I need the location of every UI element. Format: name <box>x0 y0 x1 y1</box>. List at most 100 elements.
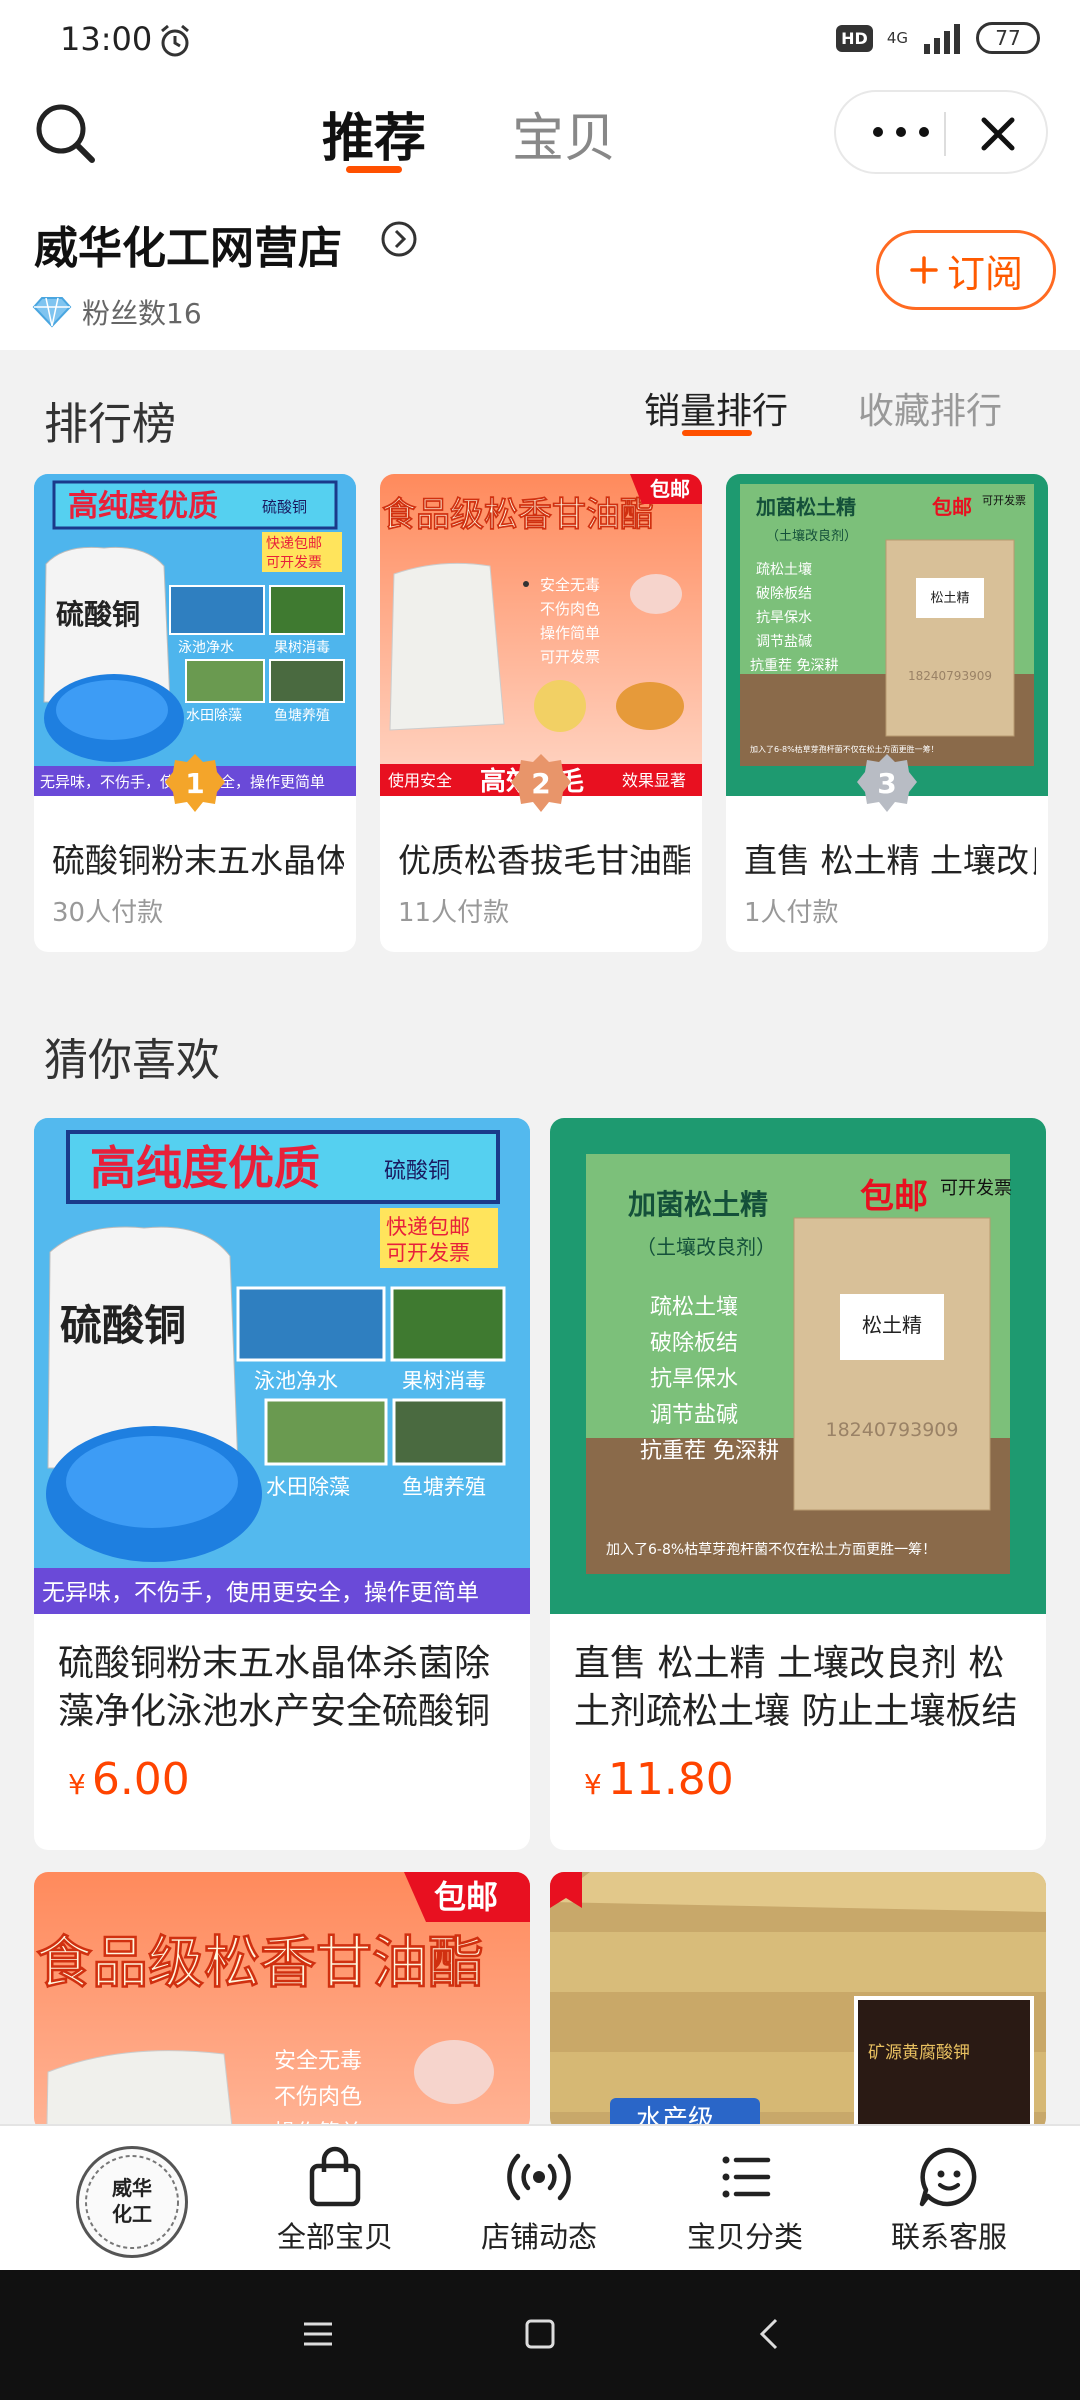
currency-symbol: ¥ <box>68 1768 86 1801</box>
svg-text:松土精: 松土精 <box>930 591 969 606</box>
svg-text:2: 2 <box>531 767 550 800</box>
network-type: 4G <box>886 28 908 47</box>
nav-label: 全部宝贝 <box>276 2220 393 2254</box>
currency-symbol: ¥ <box>584 1768 602 1801</box>
guess-you-like-title: 猜你喜欢 <box>44 1035 220 1086</box>
svg-text:食品级松香甘油酯: 食品级松香甘油酯 <box>36 1931 484 1996</box>
svg-text:泳池净水: 泳池净水 <box>178 640 234 656</box>
active-tab-indicator <box>346 166 402 173</box>
tab-recommend[interactable]: 推荐 <box>322 96 426 176</box>
fans-row: 粉丝数16 <box>32 292 202 332</box>
svg-text:鱼塘养殖: 鱼塘养殖 <box>274 707 330 724</box>
shop-header: 推荐 宝贝 威华化工网营店 粉丝数16 订阅 <box>0 84 1080 350</box>
product-title: 硫酸铜粉末五水晶体杀菌除藻净化泳池水产安全硫酸铜 <box>58 1643 491 1732</box>
home-icon[interactable] <box>522 2316 558 2352</box>
search-icon[interactable] <box>30 98 100 168</box>
shop-logo[interactable]: 威华 化工 <box>76 2146 188 2258</box>
shop-bottom-nav: 威华 化工 全部宝贝 店铺动态 宝贝分类 联系客服 <box>0 2124 1080 2270</box>
product-image: 矿源黄腐酸钾 水产级 <box>550 1872 1046 2132</box>
subscribe-label: 订阅 <box>946 251 1023 296</box>
diamond-icon <box>32 297 72 328</box>
more-icon[interactable] <box>866 114 936 150</box>
svg-text:抗重茬 免深耕: 抗重茬 免深耕 <box>750 657 838 674</box>
ranking-item-1[interactable]: 高纯度优质 硫酸铜 快递包邮 可开发票 硫酸铜 泳池净水 果树消毒 水田除藻 鱼… <box>34 474 356 952</box>
svg-text:3: 3 <box>877 767 896 800</box>
nav-label: 店铺动态 <box>480 2220 597 2254</box>
svg-text:18240793909: 18240793909 <box>826 1419 959 1441</box>
svg-text:调节盐碱: 调节盐碱 <box>650 1403 738 1428</box>
list-icon <box>722 2156 771 2198</box>
battery-indicator: 77 <box>976 22 1040 54</box>
svg-text:效果显著: 效果显著 <box>622 771 686 790</box>
svg-text:抗旱保水: 抗旱保水 <box>650 1367 738 1392</box>
nav-customer-service[interactable]: 联系客服 <box>854 2142 1044 2262</box>
svg-text:安全无毒: 安全无毒 <box>540 576 600 594</box>
ranking-item-3[interactable]: 加菌松土精 （土壤改良剂） 包邮 可开发票 疏松土壤 破除板结 抗旱保水 调节盐… <box>726 474 1048 952</box>
svg-text:包邮: 包邮 <box>860 1177 928 1217</box>
svg-text:使用安全: 使用安全 <box>388 771 452 790</box>
product-card-3[interactable]: 包邮 食品级松香甘油酯 安全无毒 不伤肉色 操作简单 <box>34 1872 530 2132</box>
svg-text:鱼塘养殖: 鱼塘养殖 <box>402 1475 486 1499</box>
alarm-icon <box>161 24 189 57</box>
nav-label: 宝贝分类 <box>686 2220 803 2254</box>
svg-text:可开发票: 可开发票 <box>540 648 600 666</box>
product-image: 包邮 食品级松香甘油酯 安全无毒 不伤肉色 操作简单 <box>34 1872 530 2132</box>
svg-text:果树消毒: 果树消毒 <box>274 640 330 656</box>
svg-text:调节盐碱: 调节盐碱 <box>756 634 812 650</box>
capsule-divider <box>944 112 946 156</box>
svg-text:疏松土壤: 疏松土壤 <box>756 561 812 578</box>
broadcast-icon <box>507 2153 571 2201</box>
tab-favorite-ranking[interactable]: 收藏排行 <box>858 382 1002 434</box>
rank-medal-3-icon: 3 <box>857 754 917 812</box>
svg-text:抗旱保水: 抗旱保水 <box>756 610 812 626</box>
hd-badge: HD <box>836 24 873 52</box>
subscribe-button[interactable]: 订阅 <box>876 230 1056 310</box>
nav-all-items[interactable]: 全部宝贝 <box>240 2142 430 2262</box>
svg-text:可开发票: 可开发票 <box>386 1241 470 1265</box>
tab-items[interactable]: 宝贝 <box>512 96 616 176</box>
svg-text:果树消毒: 果树消毒 <box>402 1369 486 1393</box>
close-icon[interactable] <box>976 112 1020 156</box>
svg-text:加入了6-8%枯草芽孢杆菌不仅在松土方面更胜一筹！: 加入了6-8%枯草芽孢杆菌不仅在松土方面更胜一筹！ <box>606 1541 936 1558</box>
svg-text:硫酸铜: 硫酸铜 <box>60 1301 186 1350</box>
price-value: 11.80 <box>607 1754 734 1805</box>
ranking-title: 排行榜 <box>44 399 176 450</box>
svg-text:操作简单: 操作简单 <box>540 624 600 642</box>
svg-text:可开发票: 可开发票 <box>982 493 1026 507</box>
shop-name[interactable]: 威华化工网营店 <box>34 212 342 276</box>
product-image: 高纯度优质 硫酸铜 快递包邮 可开发票 硫酸铜 泳池净水 果树消毒 水田除藻 鱼… <box>34 474 356 796</box>
payment-count: 30人付款 <box>52 898 164 928</box>
svg-text:高纯度优质: 高纯度优质 <box>90 1141 320 1195</box>
svg-text:不伤肉色: 不伤肉色 <box>274 2085 362 2110</box>
menu-icon[interactable] <box>300 2316 336 2352</box>
product-card-2[interactable]: 加菌松土精 （土壤改良剂） 包邮 可开发票 疏松土壤 破除板结 抗旱保水 调节盐… <box>550 1118 1046 1850</box>
svg-text:泳池净水: 泳池净水 <box>254 1369 338 1393</box>
svg-text:松土精: 松土精 <box>862 1313 922 1337</box>
product-card-4[interactable]: 矿源黄腐酸钾 水产级 <box>550 1872 1046 2132</box>
svg-text:加菌松土精: 加菌松土精 <box>755 495 856 519</box>
payment-count: 1人付款 <box>744 898 839 928</box>
rank-medal-2-icon: 2 <box>511 754 571 812</box>
svg-text:高纯度优质: 高纯度优质 <box>68 489 218 524</box>
product-image: 高纯度优质 硫酸铜 快递包邮 可开发票 硫酸铜 泳池净水 果树消毒 水田除藻 鱼… <box>34 1118 530 1614</box>
nav-categories[interactable]: 宝贝分类 <box>650 2142 840 2262</box>
svg-text:硫酸铜: 硫酸铜 <box>262 498 307 516</box>
signal-icon <box>924 24 960 54</box>
nav-shop-feed[interactable]: 店铺动态 <box>444 2142 634 2262</box>
ranking-item-2[interactable]: 食品级松香甘油酯 包邮 安全无毒 不伤肉色 操作简单 可开发票 使用安全 高效脱… <box>380 474 702 952</box>
product-card-1[interactable]: 高纯度优质 硫酸铜 快递包邮 可开发票 硫酸铜 泳池净水 果树消毒 水田除藻 鱼… <box>34 1118 530 1850</box>
svg-text:（土壤改良剂）: （土壤改良剂） <box>636 1235 776 1259</box>
rank-medal-1-icon: 1 <box>165 754 225 812</box>
ranking-tab-indicator <box>682 430 752 436</box>
svg-text:硫酸铜: 硫酸铜 <box>384 1159 450 1184</box>
tab-sales-ranking[interactable]: 销量排行 <box>644 382 788 434</box>
svg-text:（土壤改良剂）: （土壤改良剂） <box>766 528 857 544</box>
customer-service-icon <box>919 2147 977 2207</box>
nav-label: 联系客服 <box>890 2220 1007 2254</box>
svg-text:包邮: 包邮 <box>434 1878 498 1916</box>
product-image: 加菌松土精 （土壤改良剂） 包邮 可开发票 疏松土壤 破除板结 抗旱保水 调节盐… <box>550 1118 1046 1614</box>
back-icon[interactable] <box>752 2316 788 2352</box>
svg-text:快递包邮: 快递包邮 <box>266 536 322 552</box>
chevron-right-circle-icon[interactable] <box>380 220 418 258</box>
svg-text:无异味，不伤手，使用更安全，操作更简单: 无异味，不伤手，使用更安全，操作更简单 <box>42 1580 479 1606</box>
